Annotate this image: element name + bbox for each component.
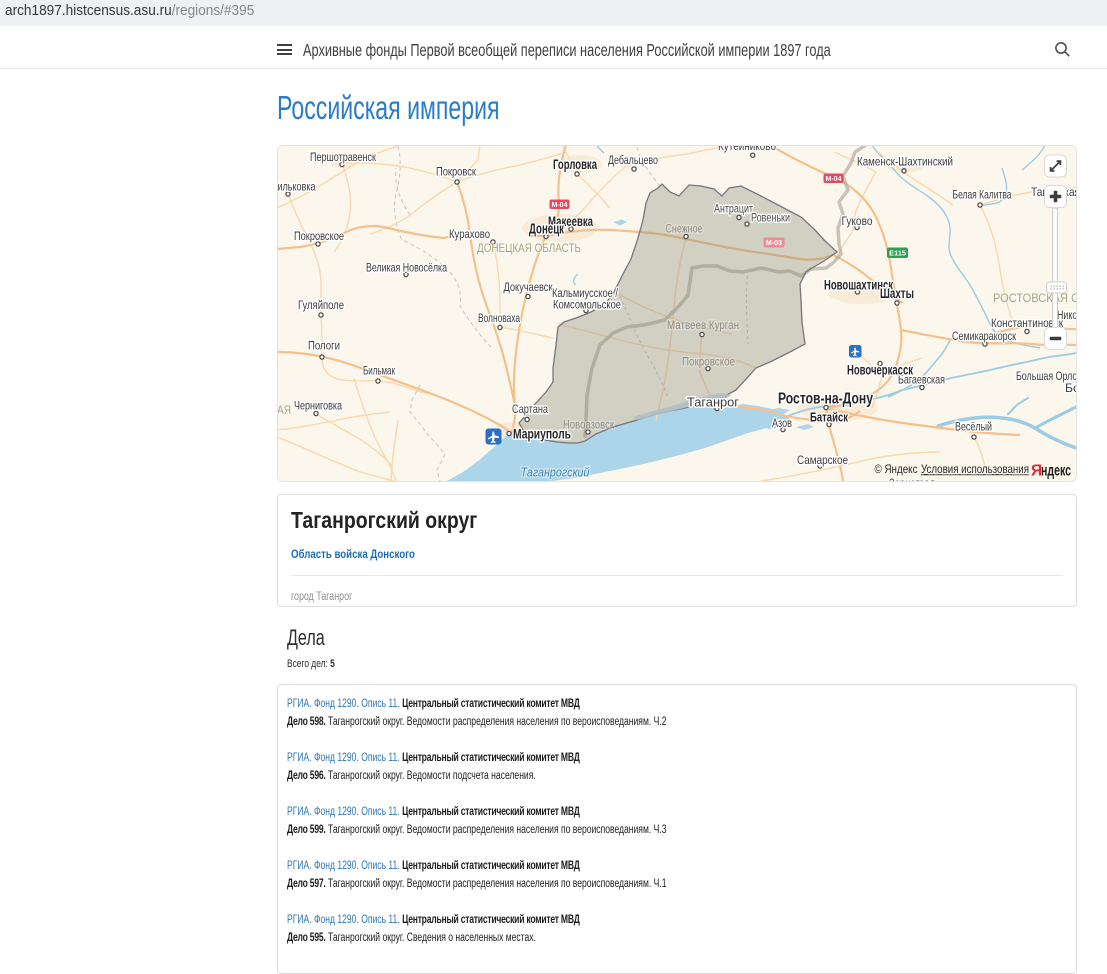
svg-text:М-04: М-04 xyxy=(826,176,842,183)
svg-text:Ровеньки: Ровеньки xyxy=(751,211,790,225)
svg-text:Покровск: Покровск xyxy=(436,165,477,179)
svg-text:Першотравенск: Першотравенск xyxy=(310,150,376,164)
svg-text:Новочеркасск: Новочеркасск xyxy=(847,363,913,378)
svg-text:© Яндекс: © Яндекс xyxy=(875,462,918,476)
svg-text:АЯ: АЯ xyxy=(278,403,291,417)
svg-text:Матвеев Курган: Матвеев Курган xyxy=(667,318,739,332)
svg-text:Снежное: Снежное xyxy=(666,222,703,236)
svg-text:Курахово: Курахово xyxy=(449,227,490,241)
svg-text:Самарское: Самарское xyxy=(797,453,848,467)
svg-text:Гуково: Гуково xyxy=(842,214,873,228)
svg-text:Каменск-Шахтинский: Каменск-Шахтинский xyxy=(857,155,953,169)
svg-text:Сартана: Сартана xyxy=(512,402,548,416)
svg-text:Николаевская: Николаевская xyxy=(1057,308,1076,322)
svg-text:Пологи: Пологи xyxy=(308,339,340,353)
svg-text:М-04: М-04 xyxy=(552,202,568,209)
svg-text:Бильмак: Бильмак xyxy=(363,364,395,378)
svg-text:Е115: Е115 xyxy=(889,249,906,258)
svg-text:Весёлый: Весёлый xyxy=(955,420,992,434)
svg-text:Зерноград: Зерноград xyxy=(889,476,935,481)
svg-text:Горловка: Горловка xyxy=(553,157,597,172)
svg-text:Условия использования: Условия использования xyxy=(921,462,1029,476)
svg-text:М-03: М-03 xyxy=(766,240,782,247)
svg-text:Комсомольское: Комсомольское xyxy=(553,298,621,312)
svg-text:Гуляйполе: Гуляйполе xyxy=(298,298,344,312)
svg-text:ильковка: ильковка xyxy=(278,180,316,194)
svg-text:Волноваха: Волноваха xyxy=(478,311,520,325)
svg-text:Антрацит: Антрацит xyxy=(714,202,753,216)
svg-text:Батайск: Батайск xyxy=(810,410,848,425)
svg-text:Таганрогский: Таганрогский xyxy=(521,465,590,480)
svg-text:ндекс: ндекс xyxy=(1041,463,1071,480)
svg-text:Покровское: Покровское xyxy=(682,355,735,369)
svg-text:Кутейниково: Кутейниково xyxy=(718,146,776,153)
svg-text:Мариуполь: Мариуполь xyxy=(513,427,571,442)
svg-text:Ростов-на-Дону: Ростов-на-Дону xyxy=(778,391,873,408)
svg-text:Семикаракорск: Семикаракорск xyxy=(952,329,1016,343)
svg-text:Азов: Азов xyxy=(772,416,792,430)
svg-text:Покровское: Покровское xyxy=(294,229,344,243)
svg-text:Донецк: Донецк xyxy=(529,222,564,238)
svg-text:Дебальцево: Дебальцево xyxy=(608,153,658,167)
svg-text:Великая Новосёлка: Великая Новосёлка xyxy=(366,261,447,275)
svg-text:Таганрог: Таганрог xyxy=(687,396,739,410)
svg-text:Черниговка: Черниговка xyxy=(294,399,342,413)
svg-text:Бог: Бог xyxy=(1065,381,1076,395)
svg-text:Докучаевск: Докучаевск xyxy=(504,280,554,294)
svg-text:Шахты: Шахты xyxy=(880,286,914,301)
svg-text:Белая Калитва: Белая Калитва xyxy=(953,188,1012,202)
svg-text:ДОНЕЦКАЯ ОБЛАСТЬ: ДОНЕЦКАЯ ОБЛАСТЬ xyxy=(477,241,581,255)
